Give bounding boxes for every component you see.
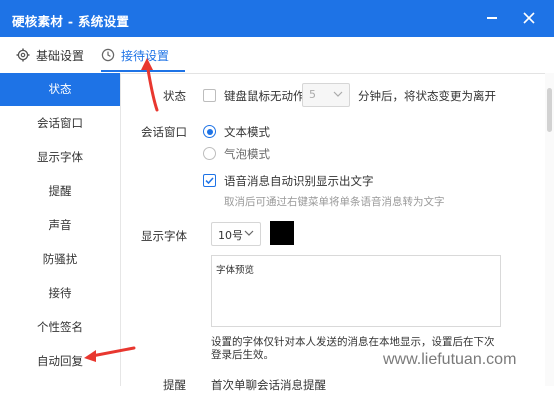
sidebar-item-label: 防骚扰 xyxy=(42,252,78,266)
sidebar-item-label: 个性签名 xyxy=(37,320,83,334)
sidebar-item-label: 提醒 xyxy=(48,184,72,198)
idle-suffix-text: 分钟后，将状态变更为离开 xyxy=(358,89,496,103)
reminder-first-option: 首次单聊会话消息提醒 xyxy=(211,378,326,392)
idle-minutes-select[interactable]: 5 xyxy=(302,83,350,107)
content-scrollbar[interactable] xyxy=(545,73,554,386)
idle-checkbox-label: 键盘鼠标无动作 xyxy=(224,89,305,103)
settings-tabs: 基础设置 接待设置 xyxy=(0,37,554,74)
font-preview-box: 字体预览 xyxy=(211,255,501,327)
sidebar-item-display-font[interactable]: 显示字体 xyxy=(0,141,120,174)
sidebar-item-label: 接待 xyxy=(48,286,72,300)
gear-icon xyxy=(16,48,30,62)
text-mode-label: 文本模式 xyxy=(224,125,270,139)
session-window-label: 会话窗口 xyxy=(141,125,187,139)
watermark-text: www.liefutuan.com xyxy=(383,351,517,368)
minimize-icon[interactable] xyxy=(487,17,497,19)
sidebar-item-label: 显示字体 xyxy=(37,150,83,164)
reminder-label: 提醒 xyxy=(163,378,186,392)
sidebar-item-label: 自动回复 xyxy=(37,354,83,368)
checkmark-icon xyxy=(205,177,214,185)
chevron-down-icon xyxy=(333,91,343,97)
title-bar: 硬核素材 - 系统设置 xyxy=(0,0,554,37)
text-mode-radio[interactable] xyxy=(203,125,216,138)
window-title: 硬核素材 - 系统设置 xyxy=(12,14,130,29)
sidebar-item-label: 声音 xyxy=(48,218,72,232)
chevron-down-icon xyxy=(244,230,254,236)
font-size-select[interactable]: 10号 xyxy=(211,222,261,246)
status-label: 状态 xyxy=(163,89,186,103)
tab-basic-label: 基础设置 xyxy=(36,48,85,63)
font-color-swatch[interactable] xyxy=(270,221,294,245)
sidebar-item-auto-reply[interactable]: 自动回复 xyxy=(0,345,120,378)
font-preview-text: 字体预览 xyxy=(216,265,255,276)
settings-content: 状态 键盘鼠标无动作 5 分钟后，将状态变更为离开 会话窗口 文本模式 气泡模式… xyxy=(121,73,545,392)
sidebar-item-label: 会话窗口 xyxy=(37,116,83,130)
tab-reception-label: 接待设置 xyxy=(121,48,170,63)
bubble-mode-label: 气泡模式 xyxy=(224,147,270,161)
active-tab-indicator xyxy=(101,70,185,72)
sidebar-item-sound[interactable]: 声音 xyxy=(0,209,120,242)
close-icon[interactable] xyxy=(520,9,538,27)
sidebar-item-reminder[interactable]: 提醒 xyxy=(0,175,120,208)
scrollbar-thumb[interactable] xyxy=(547,88,552,132)
clock-icon xyxy=(101,48,115,62)
settings-sidebar: 状态 会话窗口 显示字体 提醒 声音 防骚扰 接待 个性签名 自动回复 xyxy=(0,73,121,386)
tab-reception-settings[interactable]: 接待设置 xyxy=(101,37,169,73)
sidebar-item-reception[interactable]: 接待 xyxy=(0,277,120,310)
tab-basic-settings[interactable]: 基础设置 xyxy=(16,37,84,73)
display-font-label: 显示字体 xyxy=(141,229,187,243)
voice-recognition-label: 语音消息自动识别显示出文字 xyxy=(224,174,374,188)
sidebar-item-signature[interactable]: 个性签名 xyxy=(0,311,120,344)
sidebar-item-label: 状态 xyxy=(48,82,72,96)
bubble-mode-radio[interactable] xyxy=(203,147,216,160)
font-size-value: 10号 xyxy=(218,229,243,242)
sidebar-item-session-window[interactable]: 会话窗口 xyxy=(0,107,120,140)
idle-checkbox[interactable] xyxy=(203,89,216,102)
voice-recognition-hint: 取消后可通过右键菜单将单条语音消息转为文字 xyxy=(224,196,445,208)
idle-minutes-value: 5 xyxy=(309,88,316,101)
sidebar-item-status[interactable]: 状态 xyxy=(0,73,120,106)
sidebar-item-anti-harassment[interactable]: 防骚扰 xyxy=(0,243,120,276)
voice-recognition-checkbox[interactable] xyxy=(203,174,216,187)
